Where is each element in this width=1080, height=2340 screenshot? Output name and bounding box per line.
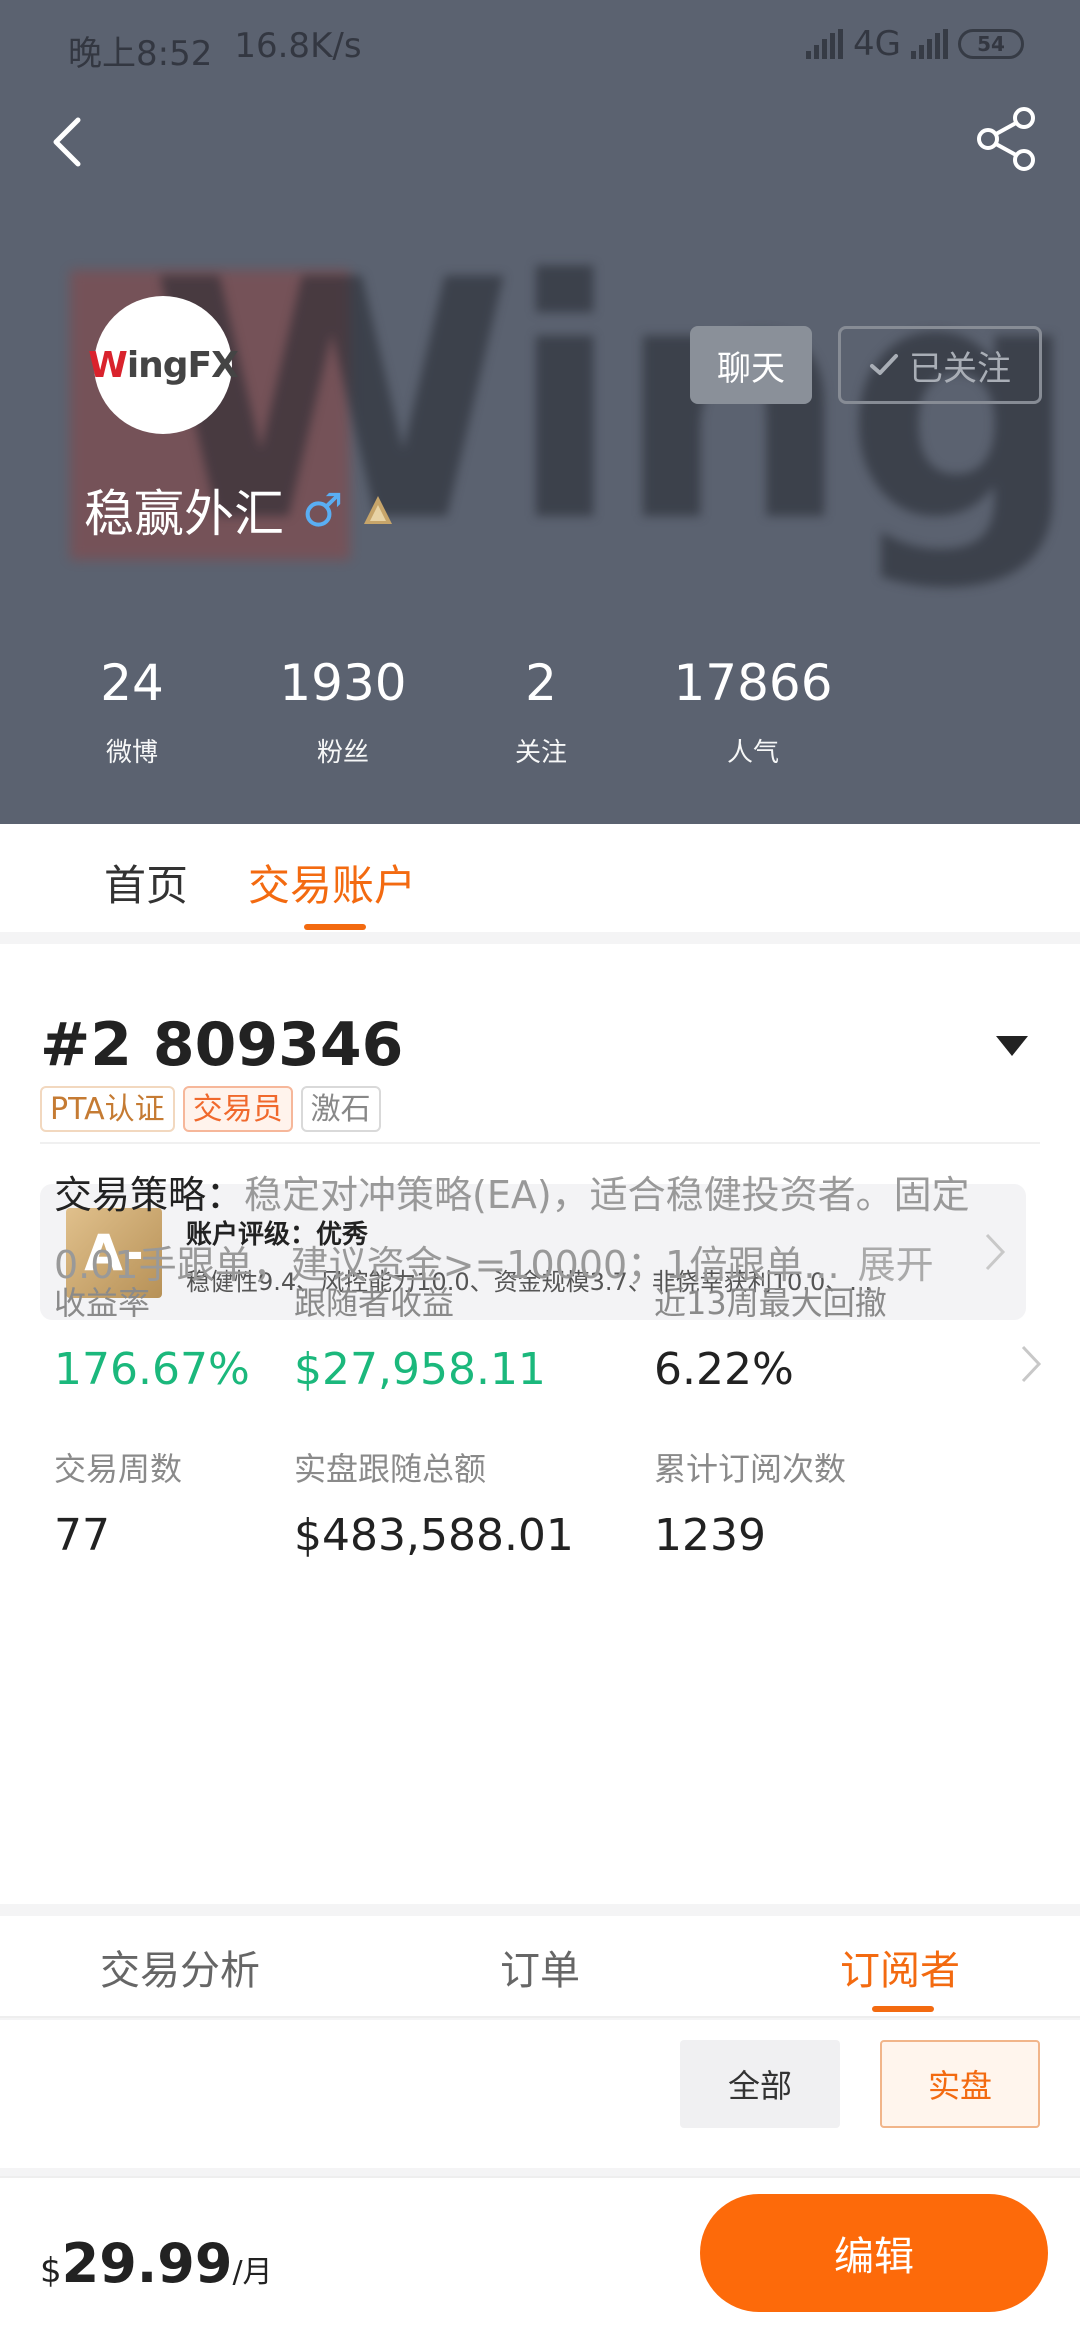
- battery-icon: 54: [958, 29, 1024, 59]
- stat-value: 17866: [673, 654, 833, 712]
- avatar[interactable]: WingFX: [88, 296, 239, 434]
- dropdown-triangle-icon[interactable]: [994, 1034, 1030, 1058]
- metric-value: 176.67%: [54, 1344, 250, 1395]
- strategy-key: 交易策略：: [54, 1173, 245, 1217]
- bottom-bar: $29.99/月 编辑: [0, 2176, 1080, 2340]
- metric-label: 交易周数: [54, 1450, 183, 1488]
- stat-value: 24: [100, 654, 164, 712]
- stat-value: 1930: [279, 654, 407, 712]
- share-icon[interactable]: [972, 104, 1042, 174]
- tab-home[interactable]: 首页: [104, 852, 188, 913]
- followed-label: 已关注: [909, 348, 1011, 389]
- chevron-right-icon[interactable]: [1020, 1344, 1042, 1384]
- profile-header: WingFX 晚上8:52 16.8K/s 4G 54 WingFX 稳赢外汇 …: [0, 0, 1080, 824]
- metric-trading-weeks: 交易周数 77: [54, 1444, 182, 1561]
- stat-label: 关注: [514, 738, 567, 768]
- signal-icon-2: [911, 29, 948, 59]
- stat-weibo[interactable]: 24 微博: [32, 654, 232, 769]
- metric-label: 累计订阅次数: [654, 1450, 847, 1488]
- status-speed: 16.8K/s: [234, 26, 362, 66]
- profile-stats: 24 微博 1930 粉丝 2 关注 17866 人气: [0, 654, 1080, 774]
- tab-trade-analysis[interactable]: 交易分析: [100, 1938, 260, 1996]
- tab-indicator: [872, 2006, 934, 2012]
- metric-value: $27,958.11: [294, 1344, 546, 1395]
- subscription-price: $29.99/月: [40, 2232, 273, 2295]
- tab-indicator: [304, 924, 366, 930]
- subscriber-filters: 全部 实盘: [0, 2020, 1080, 2168]
- account-card: #2 809346 PTA认证 交易员 激石 A- 账户评级：优秀 稳健性9.4…: [0, 944, 1080, 1904]
- trading-strategy: 交易策略：稳定对冲策略(EA)，适合稳健投资者。固定0.01手跟单，建议资金>=…: [54, 1160, 1034, 1300]
- metric-label: 实盘跟随总额: [294, 1450, 487, 1488]
- filter-all-button[interactable]: 全部: [680, 2040, 840, 2128]
- back-arrow-icon[interactable]: [38, 110, 102, 174]
- tab-subscribers[interactable]: 订阅者: [840, 1938, 960, 1996]
- account-id: #2 809346: [40, 1010, 404, 1080]
- metric-value: 77: [54, 1510, 110, 1561]
- stat-label: 粉丝: [316, 738, 369, 768]
- price-currency: $: [40, 2251, 62, 2291]
- stat-label: 人气: [726, 738, 779, 768]
- metric-total-following: 实盘跟随总额 $483,588.01: [294, 1444, 574, 1561]
- metric-value: $483,588.01: [294, 1510, 574, 1561]
- filter-real-button[interactable]: 实盘: [880, 2040, 1040, 2128]
- network-type: 4G: [853, 24, 901, 64]
- name-row: 稳赢外汇 ♂: [84, 474, 395, 546]
- avatar-logo: WingFX: [88, 344, 239, 386]
- check-icon: [870, 354, 898, 375]
- male-icon: ♂: [302, 483, 344, 537]
- stat-fans[interactable]: 1930 粉丝: [243, 654, 443, 769]
- stat-following[interactable]: 2 关注: [441, 654, 641, 769]
- price-period: /月: [232, 2255, 273, 2290]
- profile-name: 稳赢外汇: [84, 485, 284, 543]
- metric-value: 6.22%: [654, 1344, 794, 1395]
- metric-subscriptions: 累计订阅次数 1239: [654, 1444, 846, 1561]
- price-amount: 29.99: [61, 2232, 233, 2295]
- badge-trader: 交易员: [182, 1086, 293, 1132]
- stat-label: 微博: [105, 738, 158, 768]
- followed-button[interactable]: 已关注: [838, 326, 1042, 404]
- expand-link[interactable]: 展开: [858, 1243, 934, 1287]
- badge-broker: 激石: [300, 1086, 381, 1132]
- signal-icon: [806, 29, 844, 59]
- metric-value: 1239: [654, 1510, 766, 1561]
- rank-triangle-icon: [364, 496, 393, 524]
- stat-popularity[interactable]: 17866 人气: [653, 654, 853, 769]
- edit-button[interactable]: 编辑: [700, 2194, 1048, 2312]
- chat-button[interactable]: 聊天: [690, 326, 812, 404]
- tab-trading-account[interactable]: 交易账户: [248, 852, 416, 913]
- detail-tabs: 交易分析 订单 订阅者: [0, 1916, 1080, 2018]
- stat-value: 2: [525, 654, 557, 712]
- profile-tabs: 首页 交易账户: [0, 824, 1080, 932]
- divider: [40, 1142, 1040, 1144]
- badge-pta: PTA认证: [40, 1086, 175, 1132]
- status-time: 晚上8:52: [68, 34, 213, 74]
- account-badges: PTA认证 交易员 激石: [40, 1086, 381, 1132]
- status-bar: 晚上8:52 16.8K/s 4G 54: [0, 0, 1080, 92]
- tab-orders[interactable]: 订单: [500, 1938, 580, 1996]
